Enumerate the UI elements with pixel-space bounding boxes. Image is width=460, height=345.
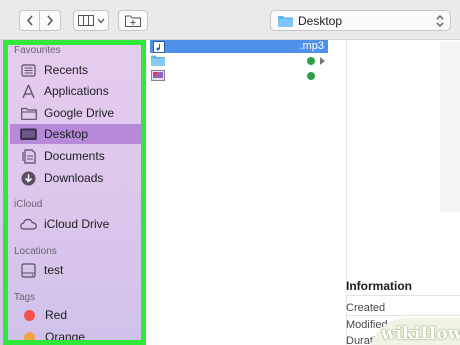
sidebar-item-label: Documents bbox=[44, 149, 105, 163]
sidebar-item-label: test bbox=[44, 263, 64, 277]
divider bbox=[346, 295, 460, 296]
recents-icon bbox=[20, 62, 37, 78]
sidebar-item-label: Recents bbox=[44, 63, 89, 77]
sidebar-item-tag-orange[interactable]: Orange bbox=[10, 327, 141, 345]
sidebar-item-icloud-drive[interactable]: iCloud Drive bbox=[10, 214, 141, 234]
divider bbox=[346, 315, 460, 316]
locations-header: Locations bbox=[14, 246, 57, 257]
synced-icon bbox=[307, 71, 315, 80]
sidebar-item-label: iCloud Drive bbox=[44, 217, 110, 231]
folder-icon bbox=[278, 15, 293, 27]
sidebar-item-recents[interactable]: Recents bbox=[10, 60, 141, 80]
favourites-header: Favourites bbox=[14, 45, 61, 56]
cloud-icon bbox=[20, 216, 37, 232]
sidebar-item-applications[interactable]: Applications bbox=[10, 81, 141, 101]
folder-icon bbox=[20, 105, 37, 121]
file-preview bbox=[440, 42, 460, 212]
back-button[interactable] bbox=[19, 10, 40, 31]
red-tag-icon bbox=[24, 309, 35, 321]
finder-toolbar: Desktop bbox=[0, 0, 460, 40]
sidebar-item-test[interactable]: test bbox=[10, 260, 141, 280]
navigation-buttons bbox=[19, 10, 61, 31]
chevron-down-icon bbox=[97, 18, 104, 23]
sidebar-item-label: Applications bbox=[44, 84, 109, 98]
sidebar-item-label: Orange bbox=[45, 330, 86, 344]
downloads-icon bbox=[20, 170, 37, 186]
file-name: .mp3 bbox=[299, 40, 324, 52]
folder-icon bbox=[151, 55, 165, 66]
audio-file-icon bbox=[153, 40, 165, 53]
path-label: Desktop bbox=[298, 13, 343, 28]
sidebar-item-label: Downloads bbox=[44, 171, 104, 185]
view-options-button[interactable] bbox=[73, 10, 109, 31]
new-folder-button[interactable] bbox=[118, 10, 148, 31]
sidebar-item-desktop[interactable]: Desktop bbox=[10, 124, 141, 144]
path-popup-button[interactable]: Desktop bbox=[270, 10, 451, 31]
file-row-selected[interactable]: .mp3 bbox=[150, 40, 328, 53]
image-file-icon bbox=[151, 70, 165, 81]
sidebar-item-google-drive[interactable]: Google Drive bbox=[10, 103, 141, 123]
file-row-image[interactable] bbox=[146, 69, 346, 82]
synced-icon bbox=[307, 56, 315, 65]
tags-header: Tags bbox=[14, 292, 36, 303]
orange-tag-icon bbox=[24, 331, 35, 343]
disk-icon bbox=[20, 262, 37, 278]
sidebar-item-label: Google Drive bbox=[44, 106, 115, 120]
sidebar-item-downloads[interactable]: Downloads bbox=[10, 168, 141, 188]
chevron-left-icon bbox=[26, 15, 33, 26]
watermark: wikiHow bbox=[381, 324, 460, 344]
desktop-icon bbox=[20, 126, 37, 142]
sidebar-item-documents[interactable]: Documents bbox=[10, 146, 141, 166]
chevron-right-icon bbox=[47, 15, 54, 26]
created-label: Created bbox=[346, 302, 386, 314]
information-title: Information bbox=[346, 279, 412, 293]
file-row-folder[interactable] bbox=[146, 54, 346, 67]
icloud-header: iCloud bbox=[14, 199, 43, 210]
new-folder-icon bbox=[125, 15, 141, 27]
applications-icon bbox=[20, 83, 37, 99]
sidebar-item-tag-red[interactable]: Red bbox=[10, 305, 141, 325]
file-list-column: .mp3 bbox=[146, 40, 346, 345]
forward-button[interactable] bbox=[40, 10, 61, 31]
sidebar-item-label: Red bbox=[45, 308, 68, 322]
sidebar-item-label: Desktop bbox=[44, 127, 89, 141]
columns-view-icon bbox=[77, 15, 94, 26]
chevron-right-icon bbox=[320, 56, 325, 65]
sidebar: Favourites Recents Applications Google D… bbox=[0, 40, 145, 345]
preview-column bbox=[346, 40, 460, 345]
documents-icon bbox=[20, 148, 37, 164]
stepper-icon bbox=[436, 15, 444, 27]
